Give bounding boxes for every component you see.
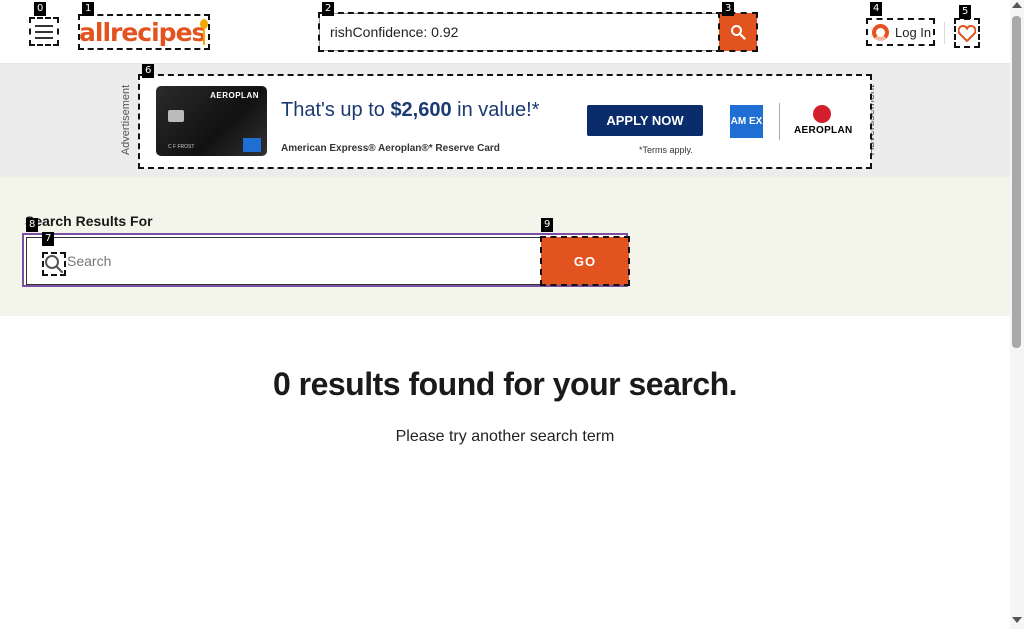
apply-now-button[interactable]: APPLY NOW [587,105,703,136]
allrecipes-logo[interactable]: allrecipes [78,14,210,50]
marker-8: 8 [26,218,39,232]
login-label: Log In [895,24,932,40]
heart-icon [958,24,976,42]
amex-logo: AM EX [730,105,763,138]
user-icon [872,23,889,41]
page: 0 allrecipes 1 rishConfidence: 0.92 2 3 … [0,0,1024,629]
login-button[interactable]: Log In [866,18,935,46]
search-input[interactable]: Search [26,237,541,285]
aeroplan-wordmark: AEROPLAN [794,125,853,136]
search-icon [42,252,66,276]
search-form: Search GO [22,233,630,287]
marker-0: 0 [34,2,47,16]
scroll-down-icon[interactable] [1012,617,1022,623]
marker-5: 5 [959,5,972,19]
marker-9: 9 [541,218,554,232]
aeroplan-logo: AEROPLAN [794,105,853,136]
header-search-input[interactable]: rishConfidence: 0.92 [318,12,722,52]
search-icon [731,25,746,40]
search-results-heading: Search Results For [25,213,153,229]
no-results-subtitle: Please try another search term [395,428,615,445]
marker-6: 6 [142,64,155,78]
favorites-button[interactable] [954,18,980,48]
marker-7: 7 [42,232,55,246]
go-button[interactable]: GO [540,236,630,286]
marker-2: 2 [322,2,335,16]
card-name: C F FROST [168,144,195,150]
marker-4: 4 [870,2,883,16]
credit-card-image: AEROPLAN C F FROST [156,86,267,156]
ad-headline-amount: $2,600 [390,99,452,121]
scroll-up-icon[interactable] [1012,2,1022,8]
ad-terms: *Terms apply. [639,145,693,155]
menu-icon-bar [35,30,53,33]
ad-headline: That's up to $2,600 in value!* [281,99,539,122]
menu-button[interactable] [29,17,59,46]
ad-headline-post: in value!* [451,99,540,121]
scrollbar-thumb[interactable] [1012,16,1021,348]
ad-label-left: Advertisement [120,84,133,156]
header-search-button[interactable] [718,12,758,52]
menu-icon-bar [35,36,53,39]
no-results-title: 0 results found for your search. [272,366,738,402]
marker-3: 3 [722,2,735,16]
maple-leaf-icon [813,105,831,123]
menu-icon-bar [35,24,53,27]
site-header: 0 allrecipes 1 rishConfidence: 0.92 2 3 … [0,0,1010,64]
spoon-icon [200,19,208,45]
marker-1: 1 [82,2,95,16]
card-brand: AEROPLAN [210,91,259,100]
header-divider [944,22,945,44]
ad-subline: American Express® Aeroplan®* Reserve Car… [281,143,500,154]
logo-text: allrecipes [79,17,206,47]
card-chip [168,110,184,122]
amex-mini-logo [243,138,261,152]
ad-headline-pre: That's up to [281,99,391,121]
advertisement-banner[interactable]: AEROPLAN C F FROST That's up to $2,600 i… [138,74,872,169]
ad-separator [779,103,780,140]
search-form-inner: Search GO [26,236,630,286]
